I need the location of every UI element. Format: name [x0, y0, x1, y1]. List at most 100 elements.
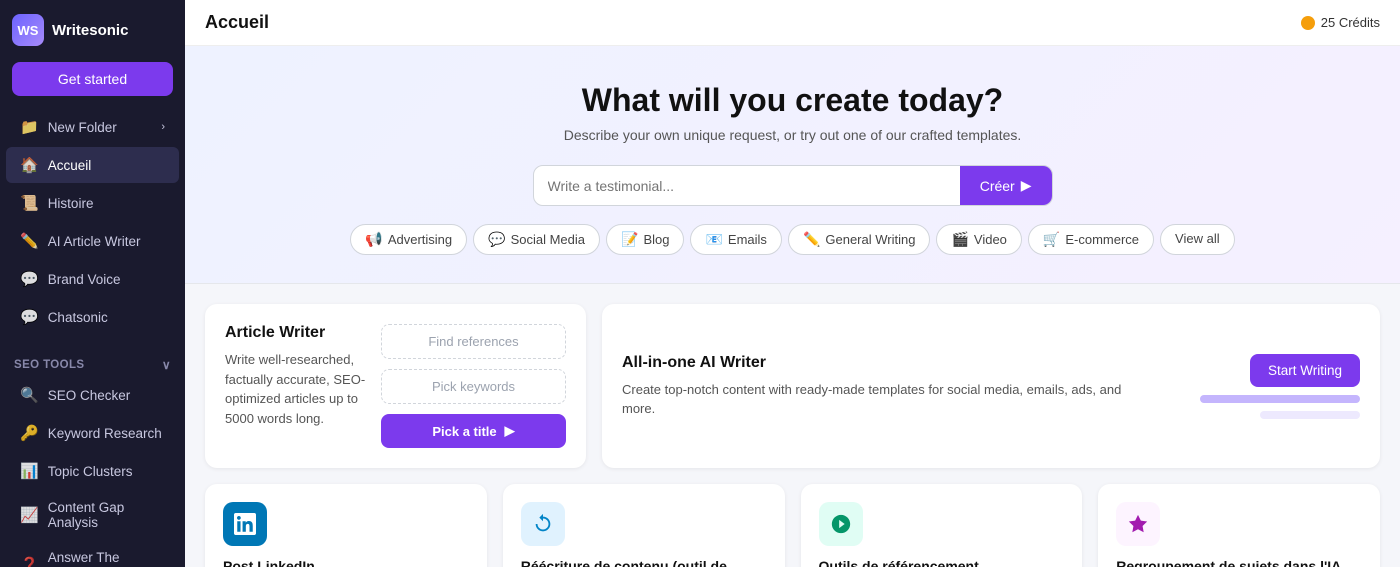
- sidebar-item-answer-people[interactable]: ❓ Answer The People: [6, 541, 179, 567]
- seo-card: Outils de référencement Recherche, optim…: [801, 484, 1083, 567]
- chevron-down-icon: ∨: [162, 358, 171, 372]
- tab-label: Emails: [728, 232, 767, 247]
- creer-button[interactable]: Créer ▶: [960, 166, 1052, 205]
- ai-writer-bar-1: [1200, 395, 1360, 403]
- sidebar-item-topic-clusters[interactable]: 📊 Topic Clusters: [6, 453, 179, 489]
- tab-label: General Writing: [825, 232, 915, 247]
- sidebar-item-new-folder[interactable]: 📁 New Folder ›: [6, 109, 179, 145]
- ai-writer-bar-2: [1260, 411, 1360, 419]
- sidebar-item-accueil[interactable]: 🏠 Accueil: [6, 147, 179, 183]
- sidebar-item-label: Accueil: [48, 158, 92, 173]
- cluster-icon: [1116, 502, 1160, 546]
- ai-writer-desc: Create top-notch content with ready-made…: [622, 380, 1124, 419]
- filter-tabs: 📢 Advertising 💬 Social Media 📝 Blog 📧 Em…: [205, 224, 1380, 255]
- tab-video[interactable]: 🎬 Video: [936, 224, 1021, 255]
- tab-advertising[interactable]: 📢 Advertising: [350, 224, 467, 255]
- cards-row: Article Writer Write well-researched, fa…: [205, 304, 1380, 468]
- tab-general-writing[interactable]: ✏️ General Writing: [788, 224, 931, 255]
- email-icon: 📧: [705, 231, 722, 248]
- credits-label: 25 Crédits: [1321, 15, 1380, 30]
- tab-label: Video: [974, 232, 1007, 247]
- arrow-icon: ▶: [505, 423, 515, 439]
- tab-view-all[interactable]: View all: [1160, 224, 1235, 255]
- sidebar-item-label: Content Gap Analysis: [48, 500, 165, 530]
- creer-label: Créer: [980, 178, 1015, 194]
- article-icon: ✏️: [20, 232, 39, 250]
- start-writing-button[interactable]: Start Writing: [1250, 354, 1360, 387]
- brand-icon: 💬: [20, 270, 39, 288]
- sidebar-item-label: Answer The People: [48, 550, 165, 567]
- ai-writer-card: All-in-one AI Writer Create top-notch co…: [602, 304, 1380, 468]
- video-icon: 🎬: [951, 231, 968, 248]
- get-started-button[interactable]: Get started: [12, 62, 173, 96]
- rewrite-card: Réécriture de contenu (outil de paraphra…: [503, 484, 785, 567]
- topbar: Accueil 25 Crédits: [185, 0, 1400, 46]
- seo-checker-icon: 🔍: [20, 386, 39, 404]
- hero-input-row: Créer ▶: [533, 165, 1053, 206]
- article-writer-desc: Write well-researched, factually accurat…: [225, 350, 367, 428]
- social-icon: 💬: [488, 231, 505, 248]
- logo-text: Writesonic: [52, 22, 128, 39]
- step-find-references[interactable]: Find references: [381, 324, 566, 359]
- sidebar-item-label: AI Article Writer: [48, 234, 141, 249]
- sidebar-item-brand-voice[interactable]: 💬 Brand Voice: [6, 261, 179, 297]
- tab-label: E-commerce: [1065, 232, 1139, 247]
- tab-label: Advertising: [388, 232, 452, 247]
- sidebar-item-label: SEO Checker: [48, 388, 131, 403]
- sidebar-item-label: New Folder: [48, 120, 117, 135]
- sidebar-item-label: Keyword Research: [48, 426, 162, 441]
- ecommerce-icon: 🛒: [1043, 231, 1060, 248]
- step-pick-keywords[interactable]: Pick keywords: [381, 369, 566, 404]
- sidebar-item-label: Histoire: [48, 196, 94, 211]
- sidebar-item-content-gap[interactable]: 📈 Content Gap Analysis: [6, 491, 179, 539]
- seo-title: Outils de référencement: [819, 558, 1065, 567]
- advertising-icon: 📢: [365, 231, 382, 248]
- hero-section: What will you create today? Describe you…: [185, 46, 1400, 284]
- tab-social-media[interactable]: 💬 Social Media: [473, 224, 600, 255]
- chevron-icon: ›: [161, 121, 165, 133]
- sidebar-item-histoire[interactable]: 📜 Histoire: [6, 185, 179, 221]
- page-title: Accueil: [205, 12, 269, 33]
- sidebar-item-seo-checker[interactable]: 🔍 SEO Checker: [6, 377, 179, 413]
- ai-writer-info: All-in-one AI Writer Create top-notch co…: [622, 354, 1124, 419]
- linkedin-card: Post LinkedIn Rédigez un message profess…: [205, 484, 487, 567]
- clusters-icon: 📊: [20, 462, 39, 480]
- linkedin-title: Post LinkedIn: [223, 558, 469, 567]
- article-writer-card: Article Writer Write well-researched, fa…: [205, 304, 586, 468]
- article-writer-steps: Find references Pick keywords Pick a tit…: [381, 324, 566, 448]
- sidebar-item-chatsonic[interactable]: 💬 Chatsonic: [6, 299, 179, 335]
- tab-label: Social Media: [511, 232, 585, 247]
- writing-icon: ✏️: [803, 231, 820, 248]
- keyword-icon: 🔑: [20, 424, 39, 442]
- step-pick-title[interactable]: Pick a title ▶: [381, 414, 566, 448]
- search-input[interactable]: [534, 166, 960, 205]
- gap-icon: 📈: [20, 506, 39, 524]
- sidebar-item-keyword-research[interactable]: 🔑 Keyword Research: [6, 415, 179, 451]
- send-icon: ▶: [1021, 177, 1032, 194]
- seo-tools-icon: [819, 502, 863, 546]
- tab-ecommerce[interactable]: 🛒 E-commerce: [1028, 224, 1154, 255]
- sidebar-item-ai-article-writer[interactable]: ✏️ AI Article Writer: [6, 223, 179, 259]
- cluster-card: Regroupement de sujets dans l'IA Regroup…: [1098, 484, 1380, 567]
- sidebar-item-label: Chatsonic: [48, 310, 108, 325]
- rewrite-title: Réécriture de contenu (outil de paraphra…: [521, 558, 767, 567]
- tab-blog[interactable]: 📝 Blog: [606, 224, 684, 255]
- linkedin-icon: [223, 502, 267, 546]
- ai-writer-title: All-in-one AI Writer: [622, 354, 1124, 372]
- credits-badge: 25 Crédits: [1301, 15, 1380, 30]
- cluster-title: Regroupement de sujets dans l'IA: [1116, 558, 1362, 567]
- sidebar-logo: WS Writesonic: [0, 0, 185, 56]
- article-writer-title: Article Writer: [225, 324, 367, 342]
- history-icon: 📜: [20, 194, 39, 212]
- tab-label: Blog: [643, 232, 669, 247]
- home-icon: 🏠: [20, 156, 39, 174]
- answer-icon: ❓: [20, 556, 39, 567]
- rewrite-icon: [521, 502, 565, 546]
- sidebar-item-label: Brand Voice: [48, 272, 121, 287]
- main-content: Accueil 25 Crédits What will you create …: [185, 0, 1400, 567]
- logo-icon: WS: [12, 14, 44, 46]
- tab-emails[interactable]: 📧 Emails: [690, 224, 781, 255]
- sidebar-item-label: Topic Clusters: [48, 464, 133, 479]
- folder-icon: 📁: [20, 118, 39, 136]
- bottom-cards-row: Post LinkedIn Rédigez un message profess…: [205, 484, 1380, 567]
